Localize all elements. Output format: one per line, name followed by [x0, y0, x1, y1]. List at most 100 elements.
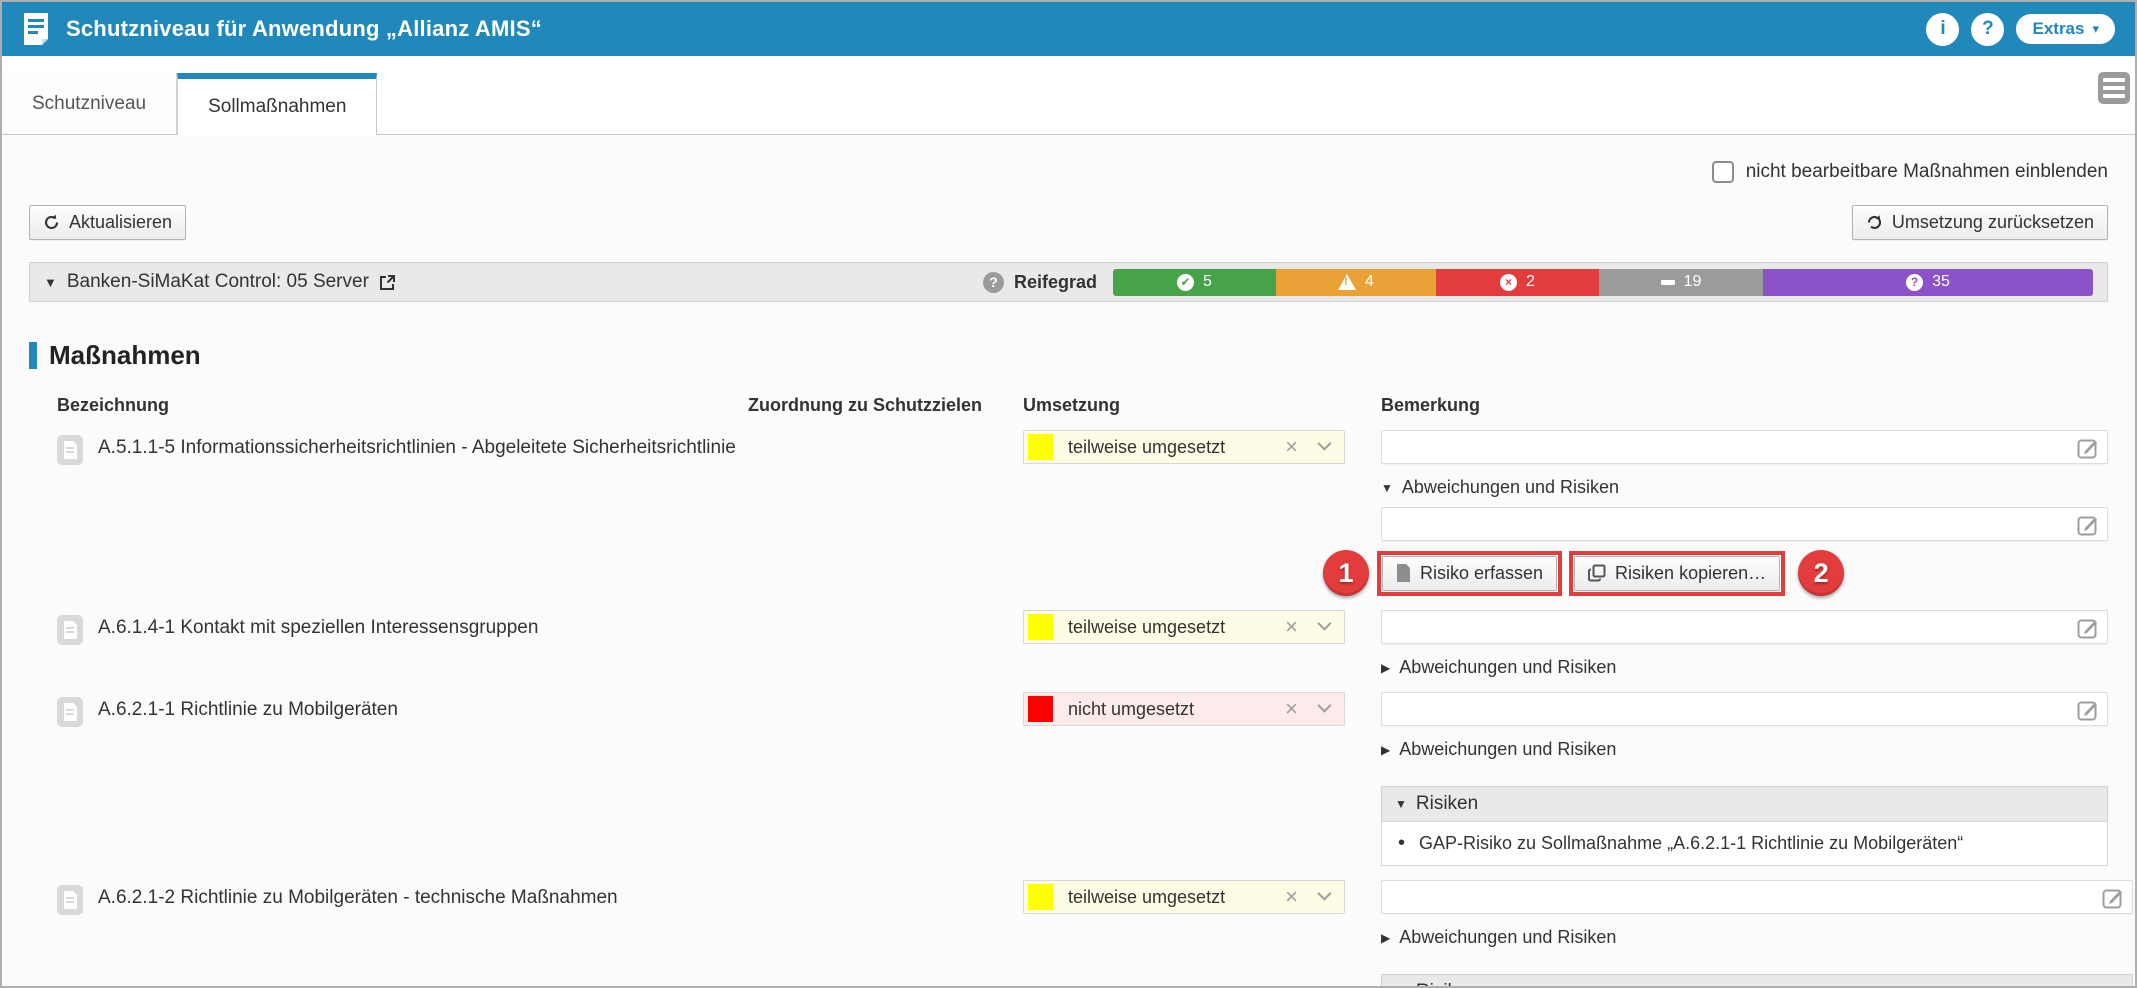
info-icon[interactable]: i	[1926, 13, 1959, 46]
measure-doc-icon[interactable]	[57, 885, 83, 915]
question-circle-icon: ?	[1906, 274, 1923, 291]
bemerkung-field[interactable]	[1381, 880, 2133, 914]
umsetzung-select[interactable]: teilweise umgesetzt ×	[1023, 430, 1345, 464]
caret-right-icon: ▶	[1381, 661, 1390, 675]
tab-schutzniveau[interactable]: Schutzniveau	[2, 73, 177, 134]
abweichungen-label: Abweichungen und Risiken	[1399, 657, 1616, 678]
filter-row: nicht bearbeitbare Maßnahmen einblenden	[29, 161, 2108, 183]
file-icon	[1396, 564, 1411, 582]
risiken-kopieren-button[interactable]: Risiken kopieren…	[1574, 556, 1780, 591]
measure-doc-icon[interactable]	[57, 435, 83, 465]
clear-icon[interactable]: ×	[1285, 616, 1298, 638]
menu-icon[interactable]	[2098, 72, 2130, 104]
edit-icon[interactable]	[2076, 698, 2100, 722]
help-icon[interactable]: ?	[1971, 13, 2004, 46]
bemerkung-input[interactable]	[1382, 431, 2107, 463]
bullet-icon: •	[1398, 832, 1405, 855]
abweichung-input[interactable]	[1382, 508, 2107, 540]
clear-icon[interactable]: ×	[1285, 886, 1298, 908]
clear-icon[interactable]: ×	[1285, 436, 1298, 458]
extras-label: Extras	[2032, 19, 2084, 39]
bemerkung-field[interactable]	[1381, 610, 2108, 644]
badge-warning[interactable]: ! 4	[1276, 269, 1436, 296]
risiken-kopieren-label: Risiken kopieren…	[1615, 563, 1766, 584]
bemerkung-field[interactable]	[1381, 430, 2108, 464]
chevron-down-icon: ▾	[2092, 21, 2099, 37]
badge-warning-count: 4	[1365, 273, 1374, 291]
umsetzung-select[interactable]: teilweise umgesetzt ×	[1023, 610, 1345, 644]
risk-item-text: GAP-Risiko zu Sollmaßnahme „A.6.2.1-1 Ri…	[1419, 833, 1963, 854]
bemerkung-input[interactable]	[1382, 611, 2107, 643]
external-link-icon[interactable]	[379, 274, 396, 291]
titlebar: Schutzniveau für Anwendung „Allianz AMIS…	[2, 2, 2135, 56]
tab-bar: Schutzniveau Sollmaßnahmen	[2, 56, 2135, 135]
bemerkung-stack: ▼ Abweichungen und Risiken 1	[1381, 430, 2108, 596]
toolbar: Aktualisieren Umsetzung zurücksetzen	[29, 205, 2108, 240]
refresh-button[interactable]: Aktualisieren	[29, 205, 186, 240]
measure-label: A.6.1.4-1 Kontakt mit speziellen Interes…	[98, 615, 538, 639]
risiken-header[interactable]: ▼ Risiken	[1381, 786, 2108, 822]
section-title: Maßnahmen	[49, 340, 201, 371]
measure-cell: A.6.2.1-2 Richtlinie zu Mobilgeräten - t…	[57, 880, 748, 915]
abweichungen-expander[interactable]: ▼ Abweichungen und Risiken	[1381, 477, 2108, 498]
bemerkung-stack: ▶ Abweichungen und Risiken	[1381, 610, 2108, 678]
edit-icon[interactable]	[2076, 616, 2100, 640]
table-row: A.6.2.1-1 Richtlinie zu Mobilgeräten nic…	[29, 692, 2108, 866]
bemerkung-input[interactable]	[1382, 881, 2132, 913]
check-circle-icon: ✔	[1177, 274, 1194, 291]
edit-icon[interactable]	[2076, 513, 2100, 537]
control-header[interactable]: ▼ Banken-SiMaKat Control: 05 Server ? Re…	[29, 262, 2108, 302]
edit-icon[interactable]	[2101, 886, 2125, 910]
chevron-down-icon[interactable]	[1317, 437, 1331, 451]
table-row: A.5.1.1-5 Informationssicherheitsrichtli…	[29, 430, 2108, 596]
reset-implementation-button[interactable]: Umsetzung zurücksetzen	[1852, 205, 2108, 240]
umsetzung-select[interactable]: teilweise umgesetzt ×	[1023, 880, 1345, 914]
col-umsetzung: Umsetzung	[1023, 395, 1381, 416]
edit-icon[interactable]	[2076, 436, 2100, 460]
page-title: Schutzniveau für Anwendung „Allianz AMIS…	[66, 16, 542, 42]
risiken-label: Risiken	[1416, 981, 1478, 988]
measure-label: A.5.1.1-5 Informationssicherheitsrichtli…	[98, 435, 736, 459]
warning-triangle-icon: !	[1338, 274, 1356, 290]
show-hidden-label[interactable]: nicht bearbeitbare Maßnahmen einblenden	[1746, 161, 2108, 183]
caret-right-icon: ▶	[1381, 931, 1390, 945]
clear-icon[interactable]: ×	[1285, 698, 1298, 720]
status-swatch	[1028, 434, 1053, 460]
measure-label: A.6.2.1-1 Richtlinie zu Mobilgeräten	[98, 697, 398, 721]
chevron-down-icon[interactable]	[1317, 887, 1331, 901]
risk-list-item[interactable]: • GAP-Risiko zu Sollmaßnahme „A.6.2.1-1 …	[1381, 822, 2108, 866]
status-swatch	[1028, 696, 1053, 722]
status-swatch	[1028, 884, 1053, 910]
collapse-icon[interactable]: ▼	[44, 275, 57, 290]
chevron-down-icon[interactable]	[1317, 617, 1331, 631]
maturity-badge-bar: ✔ 5 ! 4 × 2 19	[1113, 269, 2093, 296]
risiken-header[interactable]: ▼ Risiken	[1381, 974, 2133, 988]
measure-doc-icon[interactable]	[57, 615, 83, 645]
abweichungen-expander[interactable]: ▶ Abweichungen und Risiken	[1381, 657, 2108, 678]
umsetzung-select[interactable]: nicht umgesetzt ×	[1023, 692, 1345, 726]
maturity-group: ? Reifegrad ✔ 5 ! 4 × 2	[983, 269, 2093, 296]
risiko-erfassen-button[interactable]: Risiko erfassen	[1382, 556, 1557, 591]
abweichungen-expander[interactable]: ▶ Abweichungen und Risiken	[1381, 927, 2133, 948]
reset-icon	[1866, 214, 1883, 231]
chevron-down-icon[interactable]	[1317, 699, 1331, 713]
measure-doc-icon[interactable]	[57, 697, 83, 727]
risiken-panel: ▼ Risiken • GAP-Risiko zu Sollmaßnahme „…	[1381, 974, 2133, 988]
status-swatch	[1028, 614, 1053, 640]
bemerkung-field[interactable]	[1381, 692, 2108, 726]
badge-unknown[interactable]: ? 35	[1763, 269, 2093, 296]
badge-neutral[interactable]: 19	[1599, 269, 1763, 296]
caret-right-icon: ▶	[1381, 743, 1390, 757]
show-hidden-checkbox[interactable]	[1712, 161, 1734, 183]
umsetzung-value: teilweise umgesetzt	[1068, 437, 1225, 458]
abweichungen-expander[interactable]: ▶ Abweichungen und Risiken	[1381, 739, 2108, 760]
risiko-erfassen-label: Risiko erfassen	[1420, 563, 1543, 584]
bemerkung-input[interactable]	[1382, 693, 2107, 725]
titlebar-actions: i ? Extras ▾	[1926, 13, 2115, 46]
maturity-help-icon[interactable]: ?	[983, 272, 1004, 293]
tab-sollmassnahmen[interactable]: Sollmaßnahmen	[177, 73, 377, 135]
abweichung-field[interactable]	[1381, 507, 2108, 541]
badge-ok[interactable]: ✔ 5	[1113, 269, 1276, 296]
extras-button[interactable]: Extras ▾	[2016, 14, 2115, 44]
badge-error[interactable]: × 2	[1436, 269, 1599, 296]
